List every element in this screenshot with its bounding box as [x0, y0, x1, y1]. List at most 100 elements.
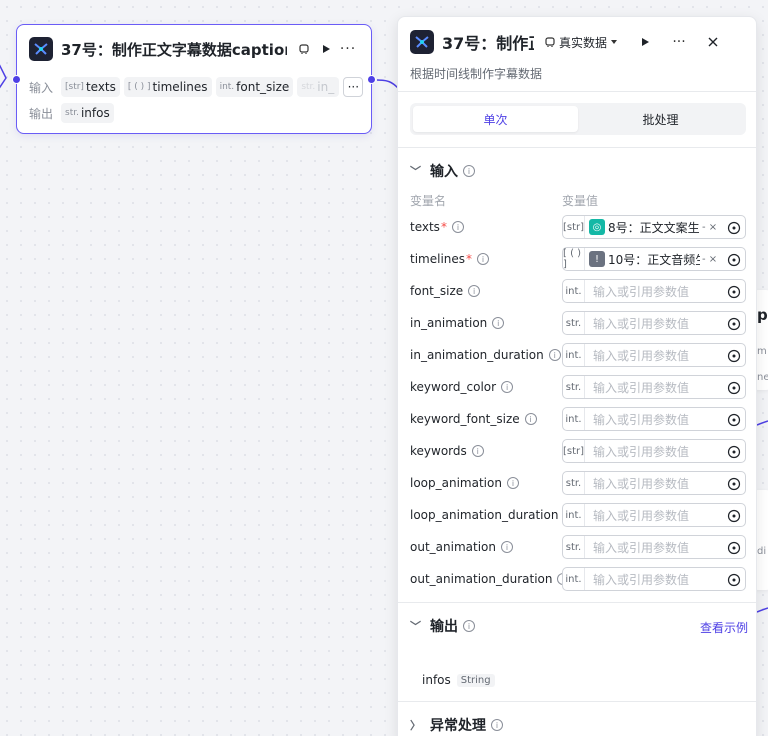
background-node-text: p: [757, 306, 768, 324]
node-header: 37号：制作正文字幕数据caption ···: [29, 37, 359, 61]
info-icon[interactable]: i: [500, 541, 513, 553]
error-handling-section-header[interactable]: 〉 异常处理 i: [410, 715, 503, 735]
param-value-input[interactable]: str. 输入或引用参数值: [562, 535, 746, 559]
panel-header: 37号：制作正文字幕数据 真实数据 ···: [410, 29, 744, 55]
node-input-label: 输入: [29, 80, 54, 95]
tab-single[interactable]: 单次: [413, 106, 578, 132]
input-section-header[interactable]: ﹀ 输入 i: [410, 161, 475, 181]
workflow-node-37[interactable]: 37号：制作正文字幕数据caption ··· 输入 [str] texts [ …: [12, 24, 376, 134]
chevron-right-icon: 〉: [410, 719, 421, 732]
run-icon[interactable]: [315, 38, 337, 60]
ref-menu-icon[interactable]: - ×: [702, 222, 717, 233]
param-row-font-size: font_size i int. 输入或引用参数值: [410, 279, 746, 303]
info-icon[interactable]: i: [524, 413, 537, 425]
param-value-input[interactable]: int. 输入或引用参数值: [562, 503, 746, 527]
param-row-timelines: timelines*i[ ( ) ]!10号：正文音频生成- ×: [410, 247, 746, 271]
param-name: out_animation_durationi: [410, 572, 562, 586]
param-row-keyword-color: keyword_color i str. 输入或引用参数值: [410, 375, 746, 399]
param-row-in-animation: in_animation i str. 输入或引用参数值: [410, 311, 746, 335]
node-config-panel: 37号：制作正文字幕数据 真实数据 ··· 根据时间线制作字幕数据 单次 批处理…: [397, 16, 757, 736]
param-placeholder: 输入或引用参数值: [593, 316, 690, 331]
panel-title: 37号：制作正文字幕数据: [442, 34, 534, 53]
param-value-input[interactable]: int. 输入或引用参数值: [562, 343, 746, 367]
param-row-out-animation-duration: out_animation_durationiint. 输入或引用参数值: [410, 567, 746, 591]
info-icon[interactable]: i: [451, 221, 464, 233]
param-placeholder: 输入或引用参数值: [593, 540, 690, 555]
info-icon[interactable]: i: [471, 445, 484, 457]
run-icon[interactable]: [634, 31, 656, 53]
variable-picker-icon[interactable]: [725, 539, 743, 557]
output-type-badge: String: [456, 673, 495, 687]
variable-picker-icon[interactable]: [725, 315, 743, 333]
param-value-input[interactable]: [str] 输入或引用参数值: [562, 439, 746, 463]
param-name: font_size i: [410, 284, 562, 298]
required-marker: *: [466, 252, 473, 266]
param-row-in-animation-duration: in_animation_duration i int. 输入或引用参数值: [410, 343, 746, 367]
node-input-chip: str. in_: [297, 77, 340, 97]
param-value-input[interactable]: int. 输入或引用参数值: [562, 567, 746, 591]
background-node-text: di: [757, 546, 767, 557]
info-icon[interactable]: i: [468, 285, 481, 297]
param-type-tag: str.: [563, 312, 585, 334]
info-icon[interactable]: i: [463, 165, 475, 177]
param-placeholder: 输入或引用参数值: [593, 444, 690, 459]
param-row-loop-animation: loop_animation i str. 输入或引用参数值: [410, 471, 746, 495]
node-more-inputs-button[interactable]: ···: [343, 77, 364, 97]
reference-tag[interactable]: ◎8号：正文文案生成- ×: [589, 219, 723, 236]
param-value-input[interactable]: [ ( ) ]!10号：正文音频生成- ×: [562, 247, 746, 271]
debug-icon: [545, 37, 555, 47]
more-icon[interactable]: ···: [337, 38, 359, 60]
required-marker: *: [440, 220, 447, 234]
info-icon[interactable]: i: [491, 719, 503, 731]
variable-picker-icon[interactable]: [725, 347, 743, 365]
param-value-input[interactable]: [str]◎8号：正文文案生成- ×: [562, 215, 746, 239]
variable-picker-icon[interactable]: [725, 251, 743, 269]
variable-picker-icon[interactable]: [725, 571, 743, 589]
data-mode-label: 真实数据: [559, 35, 608, 50]
param-value-input[interactable]: str. 输入或引用参数值: [562, 471, 746, 495]
node-inputs-row: 输入 [str] texts [ ( ) ] timelines int. font_…: [29, 77, 367, 97]
ref-menu-icon[interactable]: - ×: [702, 254, 717, 265]
tab-batch[interactable]: 批处理: [578, 106, 743, 132]
node-input-chip: [ ( ) ] timelines: [123, 77, 212, 97]
info-icon[interactable]: i: [501, 381, 514, 393]
param-name: keyword_font_size i: [410, 412, 562, 426]
reference-tag[interactable]: !10号：正文音频生成- ×: [589, 251, 723, 268]
view-example-link[interactable]: 查看示例: [700, 619, 748, 636]
debug-icon[interactable]: [293, 38, 315, 60]
data-mode-select[interactable]: 真实数据: [544, 34, 618, 51]
variable-picker-icon[interactable]: [725, 411, 743, 429]
input-port[interactable]: [12, 75, 21, 84]
warning-icon: !: [589, 251, 605, 267]
column-header-name: 变量名: [410, 194, 447, 208]
param-type-tag: int.: [563, 344, 585, 366]
variable-picker-icon[interactable]: [725, 379, 743, 397]
more-icon[interactable]: ···: [668, 31, 690, 53]
variable-picker-icon[interactable]: [725, 283, 743, 301]
param-value-input[interactable]: int. 输入或引用参数值: [562, 407, 746, 431]
param-type-tag: str.: [563, 376, 585, 398]
variable-picker-icon[interactable]: [725, 219, 743, 237]
param-value-input[interactable]: int. 输入或引用参数值: [562, 279, 746, 303]
output-port[interactable]: [367, 75, 376, 84]
output-variable: infos String: [422, 673, 495, 687]
variable-picker-icon[interactable]: [725, 475, 743, 493]
param-name: texts * i: [410, 220, 562, 234]
param-value-input[interactable]: str. 输入或引用参数值: [562, 375, 746, 399]
divider: [398, 147, 756, 148]
info-icon[interactable]: i: [492, 317, 505, 329]
workflow-canvas[interactable]: p m ne di 37号：制作正文字幕数据caption ··· 输入 [st…: [0, 0, 768, 736]
chevron-down-icon: ﹀: [410, 620, 421, 633]
output-section-header[interactable]: ﹀ 输出 i: [410, 616, 475, 636]
info-icon[interactable]: i: [477, 253, 490, 265]
variable-picker-icon[interactable]: [725, 507, 743, 525]
param-value-input[interactable]: str. 输入或引用参数值: [562, 311, 746, 335]
info-icon[interactable]: i: [548, 349, 561, 361]
close-icon[interactable]: [702, 31, 724, 53]
variable-picker-icon[interactable]: [725, 443, 743, 461]
param-row-loop-animation-duration: loop_animation_durationiint. 输入或引用参数值: [410, 503, 746, 527]
param-type-tag: int.: [563, 408, 585, 430]
param-row-texts: texts*i[str]◎8号：正文文案生成- ×: [410, 215, 746, 239]
info-icon[interactable]: i: [463, 620, 475, 632]
info-icon[interactable]: i: [506, 477, 519, 489]
